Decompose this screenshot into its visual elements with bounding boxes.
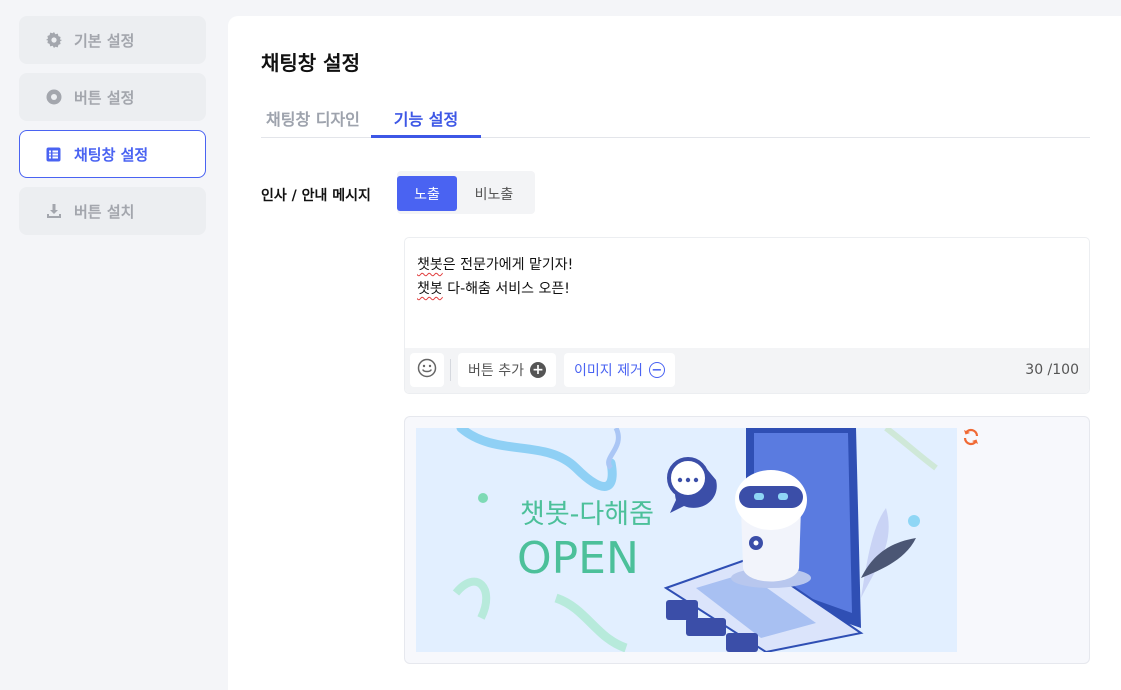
download-icon <box>45 203 62 220</box>
tab-bar: 채팅창 디자인 기능 설정 <box>261 102 1090 138</box>
sidebar-item-button-install[interactable]: 버튼 설치 <box>19 187 206 235</box>
sidebar-item-button-settings[interactable]: 버튼 설정 <box>19 73 206 121</box>
toolbar-divider <box>450 359 451 381</box>
gear-icon <box>45 32 62 49</box>
banner-headline: 챗봇-다해줌 <box>520 499 654 530</box>
plus-circle-icon: + <box>529 362 546 378</box>
greeting-message-text[interactable]: 챗봇은 전문가에게 맡기자! 챗봇 다-해춤 서비스 오픈! <box>417 253 573 301</box>
message-line: 은 전문가에게 맡기자! <box>442 257 574 273</box>
sidebar-item-chat-settings[interactable]: 채팅창 설정 <box>19 130 206 178</box>
record-circle-icon <box>45 89 62 106</box>
add-button-label: 버튼 추가 <box>468 363 524 379</box>
sidebar-item-label: 채팅창 설정 <box>74 145 149 164</box>
message-line: 다-해춤 서비스 오픈! <box>442 281 570 297</box>
remove-image-button[interactable]: 이미지 제거 − <box>564 353 675 387</box>
spellcheck-word: 챗봇 <box>417 257 443 273</box>
editor-toolbar: 버튼 추가 + 이미지 제거 − 30 /100 <box>405 348 1089 393</box>
remove-image-label: 이미지 제거 <box>574 363 643 379</box>
character-counter: 30 /100 <box>1025 362 1079 378</box>
add-button-button[interactable]: 버튼 추가 + <box>458 353 556 387</box>
refresh-icon[interactable] <box>962 428 980 446</box>
greeting-message-editor[interactable]: 챗봇은 전문가에게 맡기자! 챗봇 다-해춤 서비스 오픈! 버튼 추가 + 이… <box>404 237 1090 394</box>
greeting-image: 챗봇-다해줌 OPEN <box>416 428 957 652</box>
sidebar-item-label: 기본 설정 <box>74 31 135 50</box>
sidebar: 기본 설정 버튼 설정 채팅창 설정 버튼 설치 <box>19 16 206 244</box>
image-preview-box: 챗봇-다해줌 OPEN <box>404 416 1090 664</box>
greeting-label: 인사 / 안내 메시지 <box>261 188 371 204</box>
sidebar-item-label: 버튼 설정 <box>74 88 135 107</box>
list-icon <box>45 146 62 163</box>
emoji-button[interactable] <box>410 353 444 387</box>
main-panel: 채팅창 설정 채팅창 디자인 기능 설정 인사 / 안내 메시지 노출 비노출 … <box>228 16 1121 690</box>
spellcheck-word: 챗봇 <box>417 281 443 297</box>
minus-circle-icon: − <box>648 362 665 378</box>
show-option-button[interactable]: 노출 <box>397 176 457 211</box>
banner-subline: OPEN <box>517 533 639 584</box>
smiley-icon <box>417 358 437 382</box>
tab-feature-settings[interactable]: 기능 설정 <box>371 102 481 138</box>
sidebar-item-basic-settings[interactable]: 기본 설정 <box>19 16 206 64</box>
sidebar-item-label: 버튼 설치 <box>74 202 135 221</box>
hide-option-button[interactable]: 비노출 <box>459 176 529 211</box>
tab-chat-design[interactable]: 채팅창 디자인 <box>261 102 365 138</box>
greeting-visibility-toggle: 노출 비노출 <box>397 171 535 214</box>
page-title: 채팅창 설정 <box>261 51 360 75</box>
